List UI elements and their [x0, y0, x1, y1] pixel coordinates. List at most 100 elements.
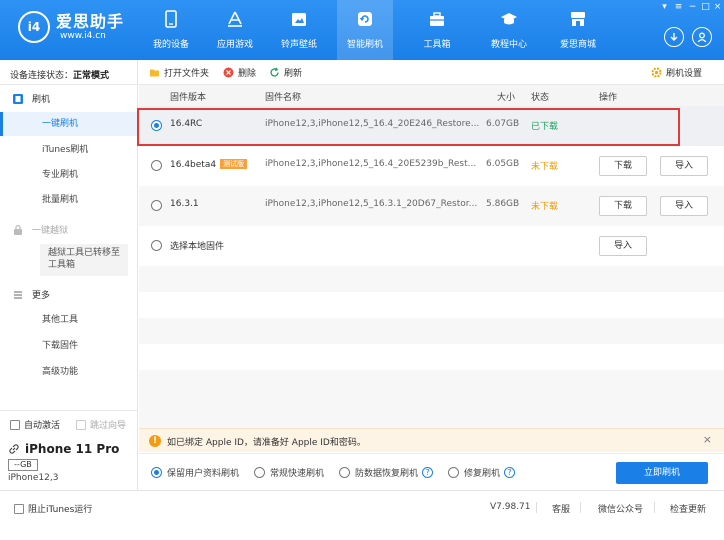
- link-icon: [9, 444, 19, 454]
- mode-anti-recovery[interactable]: 防数据恢复刷机?: [339, 466, 434, 479]
- beta-badge: 测试版: [220, 159, 248, 169]
- menu-dropdown-icon[interactable]: ▾: [660, 2, 669, 12]
- flash-now-button[interactable]: 立即刷机: [616, 462, 708, 484]
- firmware-name: iPhone12,3,iPhone12,5_16.3.1_20D67_Resto…: [265, 199, 478, 209]
- delete-button[interactable]: 删除: [223, 66, 256, 79]
- sidebar-item-one-click-flash[interactable]: 一键刷机: [0, 112, 137, 136]
- nav-apps-games[interactable]: 应用游戏: [207, 0, 263, 60]
- flash-mode-options: 保留用户资料刷机 常规快速刷机 防数据恢复刷机? 修复刷机? 立即刷机: [139, 453, 724, 489]
- firmware-status: 未下载: [531, 202, 559, 212]
- app-url: www.i4.cn: [60, 30, 106, 41]
- column-status: 状态: [531, 93, 550, 103]
- wallpaper-icon: [292, 13, 306, 26]
- folder-icon: [150, 69, 159, 77]
- nav-smart-flash[interactable]: 智能刷机: [337, 0, 393, 60]
- close-notice-button[interactable]: ×: [703, 433, 712, 446]
- download-button[interactable]: 下载: [599, 156, 647, 176]
- firmware-row[interactable]: 16.4beta4 测试版 iPhone12,3,iPhone12,5_16.4_…: [139, 146, 724, 186]
- import-button[interactable]: 导入: [599, 236, 647, 256]
- firmware-radio[interactable]: [151, 240, 162, 251]
- sidebar-item-download-firmware[interactable]: 下载固件: [0, 334, 137, 358]
- open-folder-button[interactable]: 打开文件夹: [149, 66, 209, 79]
- sidebar-item-itunes-flash[interactable]: iTunes刷机: [0, 138, 137, 162]
- download-manager-button[interactable]: [664, 27, 684, 47]
- column-name: 固件名称: [265, 93, 302, 103]
- customer-service-link[interactable]: 客服: [552, 502, 570, 515]
- lock-icon: [14, 224, 22, 235]
- help-icon[interactable]: ?: [504, 467, 516, 478]
- nav-toolbox[interactable]: 工具箱: [409, 0, 465, 60]
- refresh-button[interactable]: 刷新: [269, 66, 302, 79]
- wechat-link[interactable]: 微信公众号: [598, 502, 643, 515]
- toolbar: 打开文件夹 删除 刷新 刷机设置: [139, 60, 724, 84]
- import-button[interactable]: 导入: [660, 196, 708, 216]
- maximize-icon[interactable]: □: [701, 2, 710, 12]
- apple-id-notice: ! 如已绑定 Apple ID，请准备好 Apple ID和密码。 ×: [139, 428, 724, 452]
- user-account-button[interactable]: [692, 27, 712, 47]
- user-icon: [697, 32, 707, 43]
- column-action: 操作: [599, 93, 618, 103]
- nav-shop[interactable]: 爱思商城: [550, 0, 606, 60]
- more-menu-icon: [14, 290, 22, 299]
- app-window: i4 爱思助手 www.i4.cn 我的设备 应用游戏 铃声壁纸 智能刷机 工具…: [0, 0, 724, 540]
- nav-my-device[interactable]: 我的设备: [143, 0, 199, 60]
- firmware-size: 5.86GB: [486, 199, 520, 209]
- jailbreak-moved-note: 越狱工具已转移至工具箱: [40, 244, 128, 276]
- block-itunes-checkbox[interactable]: 阻止iTunes运行: [14, 502, 92, 515]
- firmware-radio[interactable]: [151, 160, 162, 171]
- sidebar-section-more: 更多: [12, 288, 50, 301]
- local-firmware-row[interactable]: 选择本地固件 导入: [139, 226, 724, 266]
- nav-ringtones-wallpapers[interactable]: 铃声壁纸: [271, 0, 327, 60]
- column-size: 大小: [497, 93, 516, 103]
- toolbox-icon: [430, 12, 444, 26]
- firmware-row[interactable]: 16.4RC iPhone12,3,iPhone12,5_16.4_20E246…: [139, 106, 724, 146]
- firmware-name: iPhone12,3,iPhone12,5_16.4_20E246_Restor…: [265, 119, 480, 129]
- help-icon[interactable]: ?: [422, 467, 434, 478]
- menu-icon[interactable]: ≡: [674, 2, 683, 12]
- app-version: V7.98.71: [490, 502, 531, 512]
- firmware-name: iPhone12,3,iPhone12,5_16.4_20E5239b_Rest…: [265, 159, 477, 169]
- firmware-version: 16.4RC: [170, 119, 203, 129]
- close-icon[interactable]: ×: [713, 2, 722, 12]
- main-content: 打开文件夹 删除 刷新 刷机设置 固件版本 固件名称 大小 状态 操作 16.4…: [139, 60, 724, 490]
- firmware-size: 6.07GB: [486, 119, 520, 129]
- check-update-link[interactable]: 检查更新: [670, 502, 706, 515]
- device-name: iPhone 11 Pro: [25, 442, 120, 456]
- firmware-row[interactable]: 16.3.1 iPhone12,3,iPhone12,5_16.3.1_20D6…: [139, 186, 724, 226]
- firmware-status: 未下载: [531, 162, 559, 172]
- firmware-status: 已下载: [531, 122, 559, 132]
- flash-section-icon: [13, 93, 23, 104]
- flash-settings-button[interactable]: 刷机设置: [651, 66, 702, 79]
- top-navigation-bar: i4 爱思助手 www.i4.cn 我的设备 应用游戏 铃声壁纸 智能刷机 工具…: [0, 0, 724, 60]
- device-model: iPhone12,3: [8, 473, 59, 483]
- mode-quick-flash[interactable]: 常规快速刷机: [254, 466, 324, 479]
- app-logo: i4 爱思助手 www.i4.cn: [18, 11, 124, 43]
- sidebar-item-batch-flash[interactable]: 批量刷机: [0, 188, 137, 212]
- shop-icon: [571, 12, 585, 26]
- device-connection-status: 设备连接状态：正常模式: [10, 71, 110, 81]
- delete-icon: [223, 67, 234, 78]
- phone-icon: [165, 10, 177, 28]
- import-button[interactable]: 导入: [660, 156, 708, 176]
- download-button[interactable]: 下载: [599, 196, 647, 216]
- firmware-radio[interactable]: [151, 120, 162, 131]
- device-capacity-badge: --GB: [8, 459, 38, 471]
- mode-keep-data[interactable]: 保留用户资料刷机: [151, 466, 239, 479]
- sidebar-item-other-tools[interactable]: 其他工具: [0, 308, 137, 332]
- flash-icon: [358, 12, 372, 26]
- skip-wizard-checkbox[interactable]: 跳过向导: [76, 418, 126, 431]
- status-bar: 阻止iTunes运行 V7.98.71 客服 微信公众号 检查更新: [0, 490, 724, 540]
- firmware-size: 6.05GB: [486, 159, 520, 169]
- firmware-radio[interactable]: [151, 200, 162, 211]
- minimize-icon[interactable]: −: [688, 2, 697, 12]
- nav-tutorials[interactable]: 教程中心: [481, 0, 537, 60]
- mode-repair-flash[interactable]: 修复刷机?: [448, 466, 516, 479]
- firmware-version: 16.3.1: [170, 199, 199, 209]
- auto-activate-checkbox[interactable]: 自动激活: [10, 418, 60, 431]
- sidebar-item-pro-flash[interactable]: 专业刷机: [0, 163, 137, 187]
- select-local-firmware-label: 选择本地固件: [170, 242, 225, 252]
- logo-icon: i4: [18, 11, 50, 43]
- warning-icon: !: [149, 435, 161, 447]
- sidebar-item-advanced[interactable]: 高级功能: [0, 360, 137, 384]
- app-name: 爱思助手: [56, 11, 125, 31]
